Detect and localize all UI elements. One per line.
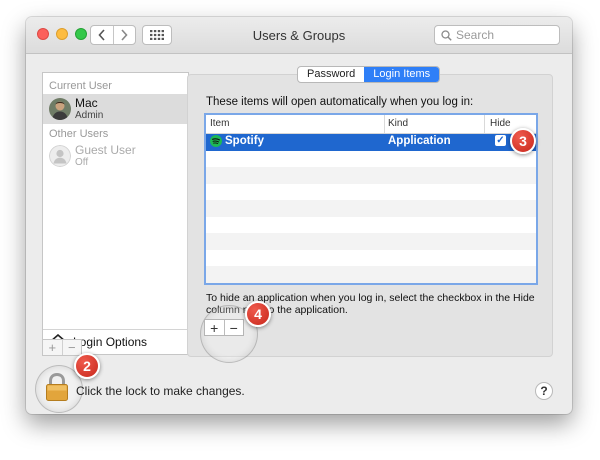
empty-row bbox=[206, 200, 536, 217]
kind-cell: Application bbox=[388, 135, 451, 147]
empty-row bbox=[206, 167, 536, 184]
annotation-marker-3: 3 bbox=[510, 128, 536, 154]
table-rows: Spotify Application ✓ bbox=[206, 134, 536, 283]
login-items-intro: These items will open automatically when… bbox=[206, 96, 474, 108]
search-icon bbox=[441, 29, 452, 41]
user-role: Admin bbox=[75, 110, 104, 121]
annotation-marker-4: 4 bbox=[245, 301, 271, 327]
empty-row bbox=[206, 250, 536, 267]
column-header-kind[interactable]: Kind bbox=[388, 118, 408, 129]
spotify-icon bbox=[210, 135, 222, 147]
avatar bbox=[49, 98, 71, 120]
tab-login-items[interactable]: Login Items bbox=[364, 67, 440, 82]
item-cell: Spotify bbox=[210, 135, 264, 147]
table-header: Item Kind Hide bbox=[206, 115, 536, 134]
column-header-hide[interactable]: Hide bbox=[490, 118, 511, 129]
remove-login-item-button[interactable]: − bbox=[225, 320, 244, 335]
user-name: Guest User bbox=[75, 143, 136, 157]
column-header-item[interactable]: Item bbox=[210, 118, 229, 129]
user-role: Off bbox=[75, 157, 89, 168]
help-button[interactable]: ? bbox=[535, 382, 553, 400]
user-name: Mac bbox=[75, 96, 98, 110]
users-sidebar: Current User Mac Admin Other Users Guest… bbox=[42, 72, 189, 355]
empty-row bbox=[206, 217, 536, 234]
empty-row bbox=[206, 266, 536, 283]
users-groups-window: Users & Groups Current User Mac Admin Ot… bbox=[26, 17, 572, 414]
login-items-add-remove: + − bbox=[204, 319, 244, 336]
titlebar: Users & Groups bbox=[26, 17, 572, 54]
lock-button[interactable] bbox=[40, 370, 74, 404]
tab-password[interactable]: Password bbox=[298, 67, 364, 82]
checkmark-icon: ✓ bbox=[496, 134, 505, 146]
table-row[interactable]: Spotify Application ✓ bbox=[206, 134, 536, 151]
item-name: Spotify bbox=[225, 135, 264, 147]
lock-icon bbox=[46, 372, 68, 401]
lock-message: Click the lock to make changes. bbox=[76, 384, 245, 398]
other-users-label: Other Users bbox=[49, 128, 109, 140]
annotation-marker-2: 2 bbox=[74, 353, 100, 379]
tab-bar: Password Login Items bbox=[297, 66, 441, 83]
login-options-label: Login Options bbox=[73, 335, 148, 349]
column-divider bbox=[384, 115, 385, 133]
user-row-guest[interactable]: Guest User Off bbox=[43, 141, 188, 171]
login-items-table: Item Kind Hide Spotify Application ✓ bbox=[204, 113, 538, 285]
current-user-label: Current User bbox=[49, 80, 112, 92]
hide-checkbox[interactable]: ✓ bbox=[495, 135, 506, 146]
empty-row bbox=[206, 184, 536, 201]
sidebar-add-remove: + − bbox=[42, 339, 82, 356]
column-divider bbox=[484, 115, 485, 133]
guest-avatar-icon bbox=[49, 145, 71, 167]
empty-row bbox=[206, 151, 536, 168]
add-user-button[interactable]: + bbox=[43, 340, 63, 355]
search-input[interactable] bbox=[456, 27, 552, 43]
user-row-mac[interactable]: Mac Admin bbox=[43, 94, 188, 124]
search-field[interactable] bbox=[434, 25, 560, 45]
remove-user-button[interactable]: − bbox=[63, 340, 82, 355]
empty-row bbox=[206, 233, 536, 250]
add-login-item-button[interactable]: + bbox=[205, 320, 225, 335]
